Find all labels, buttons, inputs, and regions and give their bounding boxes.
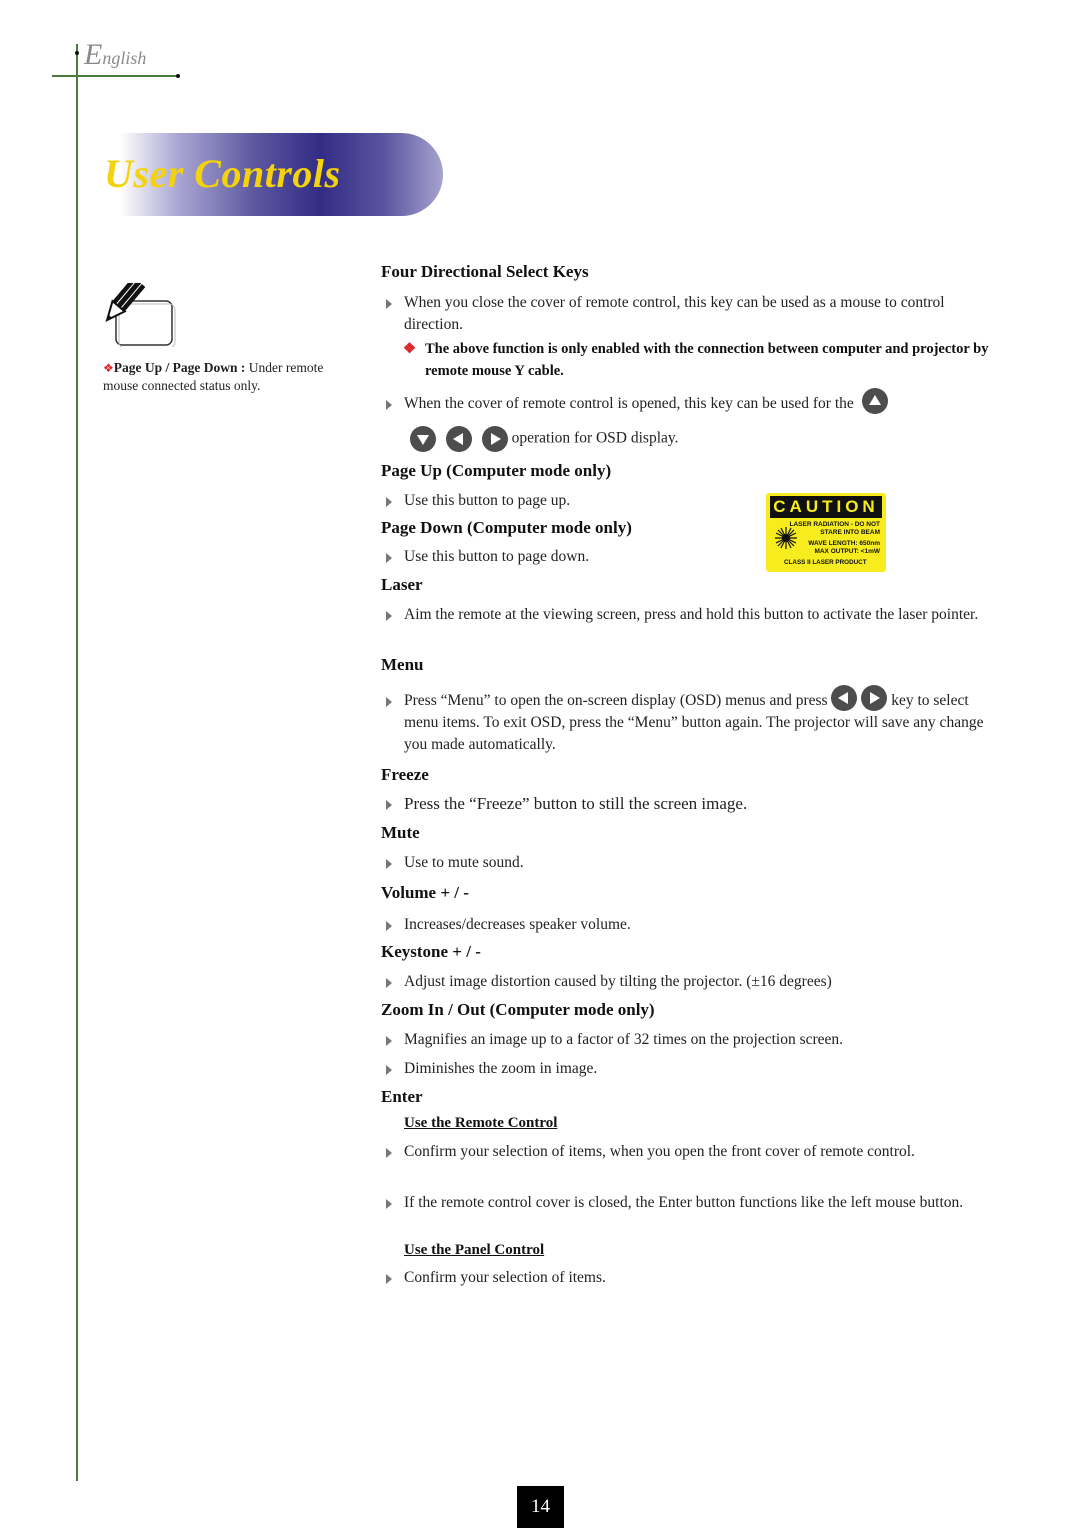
bullet-item: Magnifies an image up to a factor of 32 … [386, 1029, 984, 1051]
bullet-item: Confirm your selection of items, when yo… [386, 1141, 984, 1163]
up-arrow-key-icon [861, 388, 888, 415]
bullet-arrow-icon [386, 400, 392, 410]
page-title: User Controls [104, 151, 341, 196]
bullet-item: Confirm your selection of items. [386, 1267, 984, 1289]
heading-page-up: Page Up (Computer mode only) [381, 461, 612, 480]
bullet-item: When you close the cover of remote contr… [386, 292, 984, 336]
bullet-arrow-icon [386, 921, 392, 931]
bullet-arrow-icon [386, 611, 392, 621]
caution-title: CAUTION [770, 496, 882, 518]
heading-volume: Volume + / - [381, 883, 469, 902]
bullet-continuation: operation for OSD display. [386, 426, 990, 452]
bullet-arrow-icon [386, 1065, 392, 1075]
bullet-arrow-icon [386, 859, 392, 869]
bullet-arrow-icon [386, 1199, 392, 1209]
left-arrow-key-icon [445, 426, 472, 452]
bullet-arrow-icon [386, 299, 392, 309]
bullet-arrow-icon [386, 497, 392, 507]
margin-horizontal-line [52, 75, 178, 77]
heading-zoom: Zoom In / Out (Computer mode only) [381, 1000, 655, 1019]
right-arrow-key-icon [861, 685, 888, 712]
bullet-arrow-icon [386, 697, 392, 707]
bullet-arrow-icon [386, 553, 392, 563]
bullet-arrow-icon [386, 978, 392, 988]
heading-page-down: Page Down (Computer mode only) [381, 518, 632, 537]
bullet-arrow-icon [386, 1274, 392, 1284]
diamond-bullet-icon: ❖ [103, 361, 114, 375]
heading-laser: Laser [381, 575, 423, 594]
heading-keystone: Keystone + / - [381, 942, 481, 961]
caution-warning-text: LASER RADIATION - DO NOT STARE INTO BEAM [789, 521, 880, 536]
subheading-panel-control: Use the Panel Control [404, 1242, 545, 1258]
diamond-bullet-icon: ❖ [403, 341, 416, 357]
bullet-item: Adjust image distortion caused by tiltin… [386, 971, 984, 993]
caution-class-text: CLASS II LASER PRODUCT [784, 559, 867, 566]
side-note: ❖Page Up / Page Down : Under remote mous… [103, 360, 324, 393]
heading-four-directional-keys: Four Directional Select Keys [381, 262, 589, 281]
bullet-arrow-icon [386, 800, 392, 810]
pencil-note-icon [105, 283, 176, 347]
margin-vertical-line [76, 44, 78, 1481]
subheading-remote-control: Use the Remote Control [404, 1115, 558, 1131]
bullet-item: Use to mute sound. [386, 852, 984, 874]
heading-mute: Mute [381, 823, 420, 842]
left-arrow-key-icon [831, 685, 858, 712]
laser-caution-label: CAUTION LASER RADIATION - DO NOT STARE IN… [766, 493, 886, 572]
page-number: 14 [517, 1486, 564, 1528]
bullet-item: Increases/decreases speaker volume. [386, 914, 984, 936]
bullet-item: Use this button to page down. [386, 546, 984, 568]
right-arrow-key-icon [481, 426, 508, 452]
caution-spec-text: WAVE LENGTH: 650nm MAX OUTPUT: <1mW [808, 540, 880, 555]
bullet-item: If the remote control cover is closed, t… [386, 1192, 984, 1214]
bullet-arrow-icon [386, 1036, 392, 1046]
bullet-item: Press the “Freeze” button to still the s… [386, 793, 984, 815]
frame-dot [176, 74, 180, 78]
bullet-arrow-icon [386, 1148, 392, 1158]
bullet-item: Aim the remote at the viewing screen, pr… [386, 604, 984, 626]
bullet-item: Use this button to page up. [386, 490, 984, 512]
bullet-item: Diminishes the zoom in image. [386, 1058, 984, 1080]
heading-enter: Enter [381, 1087, 423, 1106]
warning-note: ❖ The above function is only enabled with… [403, 338, 1010, 382]
frame-dot [75, 51, 79, 55]
bullet-item: When the cover of remote control is open… [386, 388, 984, 415]
down-arrow-key-icon [410, 426, 436, 452]
heading-freeze: Freeze [381, 765, 429, 784]
language-label: English [84, 38, 147, 71]
bullet-item: Press “Menu” to open the on-screen displ… [386, 685, 984, 756]
heading-menu: Menu [381, 655, 424, 674]
